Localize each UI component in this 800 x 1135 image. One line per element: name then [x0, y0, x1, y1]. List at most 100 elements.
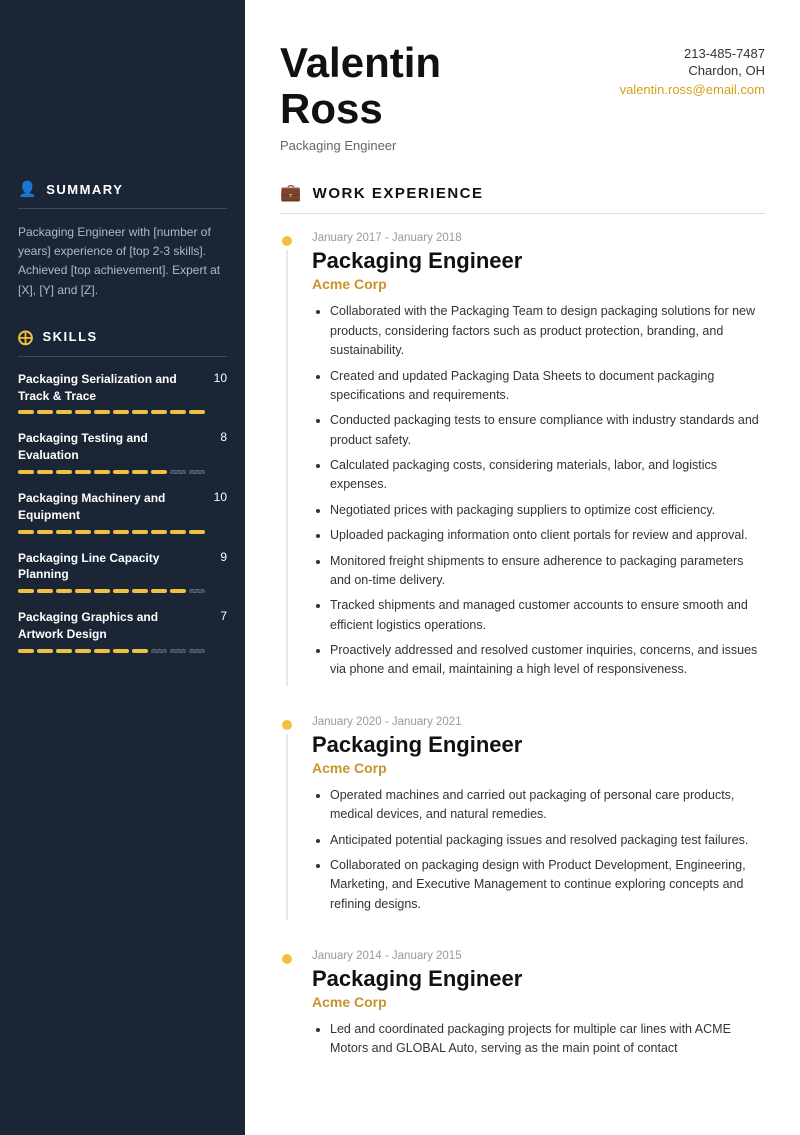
- work-entry: January 2020 - January 2021 Packaging Eng…: [280, 716, 765, 920]
- skill-dot: [56, 649, 72, 653]
- skill-name: Packaging Testing and Evaluation: [18, 430, 213, 464]
- skill-name: Packaging Graphics and Artwork Design: [18, 609, 213, 643]
- skill-dot: [189, 649, 205, 653]
- work-bullet-item: Anticipated potential packaging issues a…: [330, 831, 765, 850]
- skills-section: ⨁ SKILLS Packaging Serialization and Tra…: [18, 328, 227, 653]
- location: Chardon, OH: [620, 63, 765, 78]
- skill-dot: [132, 649, 148, 653]
- work-content: January 2020 - January 2021 Packaging Eng…: [312, 716, 765, 920]
- summary-section: 👤 SUMMARY Packaging Engineer with [numbe…: [18, 180, 227, 300]
- skill-dot: [94, 589, 110, 593]
- candidate-title: Packaging Engineer: [280, 138, 441, 153]
- work-job-title: Packaging Engineer: [312, 732, 765, 758]
- email-link[interactable]: valentin.ross@email.com: [620, 82, 765, 97]
- skill-dot: [113, 649, 129, 653]
- skill-dot: [56, 589, 72, 593]
- work-job-title: Packaging Engineer: [312, 248, 765, 274]
- summary-divider: [18, 208, 227, 209]
- skill-score: 10: [213, 490, 227, 504]
- work-date: January 2020 - January 2021: [312, 716, 765, 728]
- skill-dot: [94, 470, 110, 474]
- work-bullets: Collaborated with the Packaging Team to …: [312, 302, 765, 679]
- main-content: Valentin Ross Packaging Engineer 213-485…: [245, 0, 800, 1135]
- skill-dot: [170, 530, 186, 534]
- work-company: Acme Corp: [312, 760, 765, 776]
- candidate-name: Valentin Ross: [280, 40, 441, 132]
- phone-number: 213-485-7487: [620, 46, 765, 61]
- skill-dot: [18, 410, 34, 414]
- skill-dot: [75, 470, 91, 474]
- skill-dot: [189, 410, 205, 414]
- skill-dot: [56, 530, 72, 534]
- skill-dot: [151, 649, 167, 653]
- skill-bar: [18, 589, 227, 593]
- skill-dot: [132, 470, 148, 474]
- skill-dot: [75, 530, 91, 534]
- skill-bar: [18, 470, 227, 474]
- skill-item: Packaging Testing and Evaluation8: [18, 430, 227, 474]
- skill-bar: [18, 410, 227, 414]
- skill-dot: [94, 649, 110, 653]
- work-bullet-item: Calculated packaging costs, considering …: [330, 456, 765, 495]
- skill-dot: [18, 470, 34, 474]
- skill-dot: [151, 470, 167, 474]
- summary-section-title: 👤 SUMMARY: [18, 180, 227, 198]
- skill-item: Packaging Graphics and Artwork Design7: [18, 609, 227, 653]
- skill-dot: [151, 530, 167, 534]
- skill-item: Packaging Machinery and Equipment10: [18, 490, 227, 534]
- skill-item: Packaging Serialization and Track & Trac…: [18, 371, 227, 415]
- resume-header: Valentin Ross Packaging Engineer 213-485…: [280, 40, 765, 153]
- work-bullet-item: Negotiated prices with packaging supplie…: [330, 501, 765, 520]
- skills-icon: ⨁: [18, 328, 35, 346]
- skill-dot: [113, 470, 129, 474]
- skill-dot: [37, 470, 53, 474]
- work-entries-list: January 2017 - January 2018Packaging Eng…: [280, 232, 765, 1064]
- skill-dot: [113, 589, 129, 593]
- skill-score: 7: [213, 609, 227, 623]
- work-timeline: [280, 232, 294, 685]
- skill-dot: [170, 470, 186, 474]
- work-date: January 2014 - January 2015: [312, 950, 765, 962]
- work-timeline: [280, 950, 294, 1065]
- skill-dot: [18, 649, 34, 653]
- work-bullet-item: Collaborated on packaging design with Pr…: [330, 856, 765, 914]
- skill-dot: [151, 410, 167, 414]
- work-experience-title: 💼 WORK EXPERIENCE: [280, 183, 765, 203]
- skill-dot: [132, 410, 148, 414]
- skill-dot: [37, 410, 53, 414]
- work-bullet-item: Led and coordinated packaging projects f…: [330, 1020, 765, 1059]
- timeline-dot: [282, 954, 292, 964]
- skill-dot: [75, 410, 91, 414]
- work-company: Acme Corp: [312, 994, 765, 1010]
- skill-dot: [170, 649, 186, 653]
- skill-bar: [18, 649, 227, 653]
- work-timeline: [280, 716, 294, 920]
- skill-score: 9: [213, 550, 227, 564]
- work-content: January 2017 - January 2018Packaging Eng…: [312, 232, 765, 685]
- skill-dot: [170, 410, 186, 414]
- skill-dot: [113, 530, 129, 534]
- work-experience-section: 💼 WORK EXPERIENCE January 2017 - January…: [280, 183, 765, 1064]
- skill-dot: [151, 589, 167, 593]
- work-bullet-item: Monitored freight shipments to ensure ad…: [330, 552, 765, 591]
- work-company: Acme Corp: [312, 276, 765, 292]
- work-job-title: Packaging Engineer: [312, 966, 765, 992]
- header-left: Valentin Ross Packaging Engineer: [280, 40, 441, 153]
- work-bullet-item: Conducted packaging tests to ensure comp…: [330, 411, 765, 450]
- work-entry: January 2014 - January 2015 Packaging Eng…: [280, 950, 765, 1065]
- skill-dot: [56, 470, 72, 474]
- work-experience-divider: [280, 213, 765, 214]
- skill-dot: [37, 649, 53, 653]
- header-right: 213-485-7487 Chardon, OH valentin.ross@e…: [620, 46, 765, 97]
- skill-dot: [132, 589, 148, 593]
- skill-name: Packaging Machinery and Equipment: [18, 490, 213, 524]
- skill-dot: [94, 410, 110, 414]
- skill-dot: [56, 410, 72, 414]
- work-bullet-item: Collaborated with the Packaging Team to …: [330, 302, 765, 360]
- skill-dot: [37, 589, 53, 593]
- timeline-dot: [282, 720, 292, 730]
- skill-dot: [75, 589, 91, 593]
- work-bullet-item: Created and updated Packaging Data Sheet…: [330, 367, 765, 406]
- skill-dot: [18, 589, 34, 593]
- skills-divider: [18, 356, 227, 357]
